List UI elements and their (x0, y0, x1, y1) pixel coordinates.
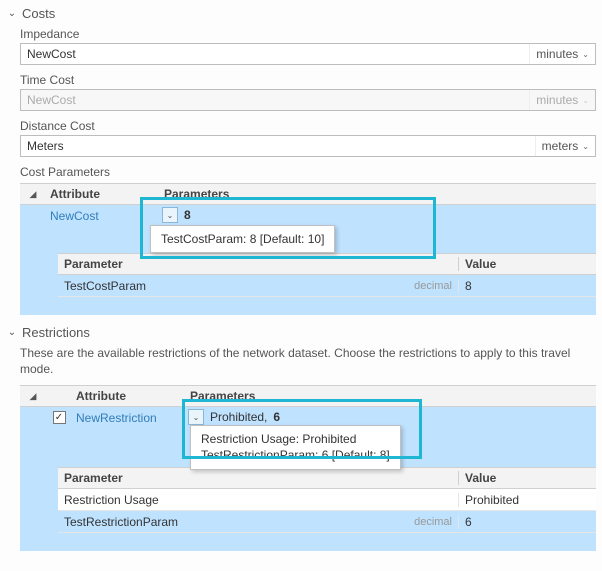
timecost-unit-text: minutes (536, 93, 578, 107)
chevron-down-icon: ⌄ (6, 8, 18, 19)
timecost-input (21, 90, 529, 110)
restriction-row-selected[interactable]: ✓ NewRestriction ⌄ Prohibited, 6 Restric… (20, 407, 596, 533)
restrictions-grid: ◢ Attribute Parameters ✓ NewRestriction … (20, 385, 596, 533)
col-parameters: Parameters (160, 187, 596, 201)
collapse-icon[interactable]: ◢ (30, 391, 37, 402)
grid-selection-bar (20, 297, 596, 315)
restriction-param-summary[interactable]: ⌄ Prohibited, 6 (186, 409, 280, 425)
restrictions-description: These are the available restrictions of … (20, 346, 596, 377)
chevron-down-icon: ⌄ (6, 327, 18, 338)
cost-ptable-header: Parameter Value (58, 253, 596, 275)
col-parameters: Parameters (186, 389, 596, 403)
col-parameter: Parameter (58, 257, 390, 271)
cost-param-summary[interactable]: ⌄ 8 (160, 207, 191, 223)
cost-parameters-label: Cost Parameters (20, 165, 596, 179)
param-value-cell[interactable]: Prohibited (458, 493, 596, 507)
timecost-unit-dropdown: minutes ⌄ (529, 90, 595, 110)
col-parameter: Parameter (58, 471, 390, 485)
chevron-down-icon[interactable]: ⌄ (162, 207, 178, 223)
param-value-cell[interactable]: 8 (458, 279, 596, 293)
grid-selection-bar (20, 533, 596, 551)
table-row[interactable]: Restriction Usage Prohibited (58, 489, 596, 511)
distancecost-unit-text: meters (542, 139, 579, 153)
param-value-cell[interactable]: 6 (458, 515, 596, 529)
restriction-summary-prefix: Prohibited, (210, 410, 267, 424)
cost-parameters-grid: ◢ Attribute Parameters NewCost ⌄ 8 TestC… (20, 183, 596, 297)
timecost-field: Time Cost minutes ⌄ (20, 73, 596, 111)
restriction-checkbox[interactable]: ✓ (53, 411, 66, 424)
param-name-cell: TestCostParam (58, 279, 390, 293)
distancecost-combo[interactable]: meters ⌄ (20, 135, 596, 157)
restrictions-title: Restrictions (22, 325, 90, 340)
restriction-tooltip-line1: Restriction Usage: Prohibited (201, 431, 390, 447)
restrictions-section: ⌄ Restrictions These are the available r… (0, 325, 602, 551)
timecost-combo: minutes ⌄ (20, 89, 596, 111)
cost-summary-value: 8 (184, 208, 191, 222)
cost-grid-header: ◢ Attribute Parameters (20, 183, 596, 205)
restriction-tooltip: Restriction Usage: Prohibited TestRestri… (190, 425, 401, 469)
restrictions-header[interactable]: ⌄ Restrictions (6, 325, 596, 340)
table-row[interactable]: TestRestrictionParam decimal 6 (58, 511, 596, 533)
costs-header[interactable]: ⌄ Costs (6, 6, 596, 21)
restriction-summary-bold: 6 (273, 410, 280, 424)
param-type-cell: decimal (390, 280, 458, 292)
chevron-down-icon: ⌄ (582, 50, 589, 59)
impedance-field: Impedance minutes ⌄ (20, 27, 596, 65)
cost-tooltip: TestCostParam: 8 [Default: 10] (150, 225, 335, 253)
impedance-input[interactable] (21, 44, 529, 64)
cost-attribute-cell: NewCost (46, 205, 160, 223)
timecost-label: Time Cost (20, 73, 596, 87)
chevron-down-icon: ⌄ (582, 96, 589, 105)
restriction-attribute-cell: NewRestriction (72, 407, 186, 425)
cost-tooltip-text: TestCostParam: 8 [Default: 10] (161, 232, 324, 246)
cost-param-table: Parameter Value TestCostParam decimal 8 (58, 253, 596, 297)
impedance-combo[interactable]: minutes ⌄ (20, 43, 596, 65)
restriction-ptable-header: Parameter Value (58, 467, 596, 489)
table-row[interactable]: TestCostParam decimal 8 (58, 275, 596, 297)
collapse-icon[interactable]: ◢ (30, 189, 37, 200)
distancecost-input[interactable] (21, 136, 535, 156)
col-value: Value (458, 257, 596, 271)
impedance-unit-dropdown[interactable]: minutes ⌄ (529, 44, 595, 64)
distancecost-label: Distance Cost (20, 119, 596, 133)
distancecost-field: Distance Cost meters ⌄ (20, 119, 596, 157)
impedance-label: Impedance (20, 27, 596, 41)
param-name-cell: Restriction Usage (58, 493, 390, 507)
chevron-down-icon[interactable]: ⌄ (188, 409, 204, 425)
impedance-unit-text: minutes (536, 47, 578, 61)
restrictions-grid-header: ◢ Attribute Parameters (20, 385, 596, 407)
param-name-cell: TestRestrictionParam (58, 515, 390, 529)
distancecost-unit-dropdown[interactable]: meters ⌄ (535, 136, 595, 156)
col-attribute: Attribute (72, 389, 186, 403)
costs-title: Costs (22, 6, 55, 21)
restriction-param-table: Parameter Value Restriction Usage Prohib… (58, 467, 596, 533)
col-attribute: Attribute (46, 187, 160, 201)
restriction-tooltip-line2: TestRestrictionParam: 6 [Default: 8] (201, 447, 390, 463)
param-type-cell: decimal (390, 516, 458, 528)
costs-section: ⌄ Costs Impedance minutes ⌄ Time Cost mi… (0, 6, 602, 315)
col-value: Value (458, 471, 596, 485)
chevron-down-icon: ⌄ (582, 142, 589, 151)
cost-row-selected[interactable]: NewCost ⌄ 8 TestCostParam: 8 [Default: 1… (20, 205, 596, 297)
